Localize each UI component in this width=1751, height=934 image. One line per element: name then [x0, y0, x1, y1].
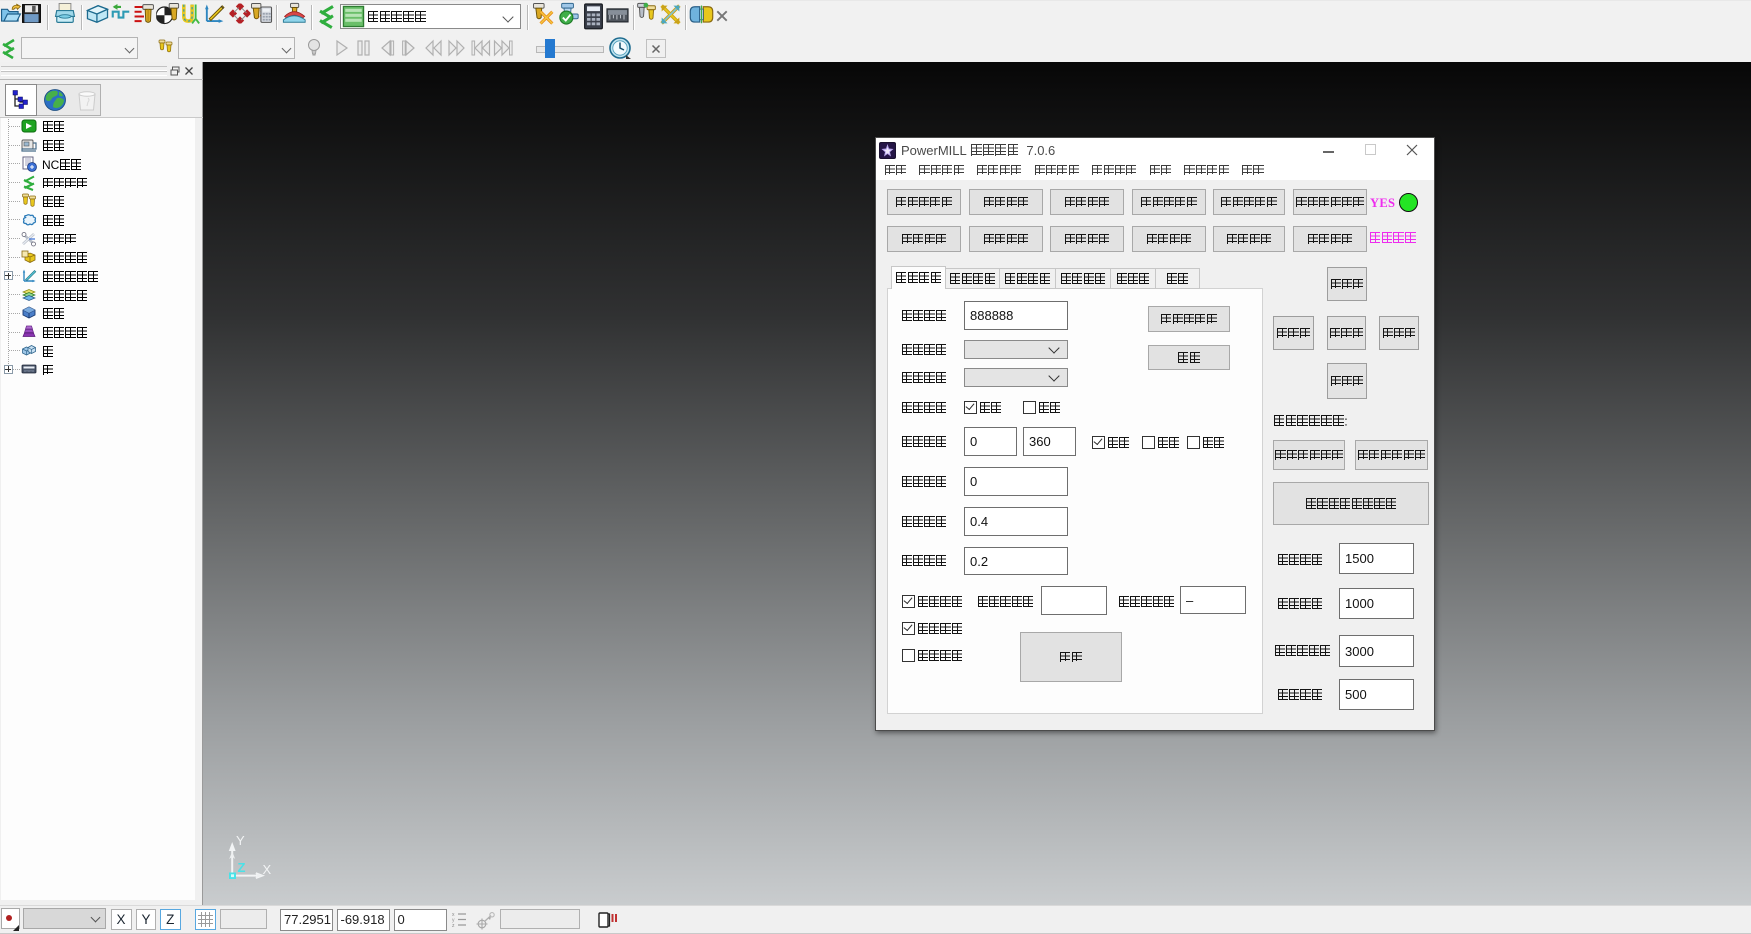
svg-text:Y: Y [236, 833, 245, 848]
svg-text:z: z [452, 923, 455, 929]
svg-text:X: X [263, 862, 272, 877]
svg-text:Z: Z [238, 860, 246, 875]
